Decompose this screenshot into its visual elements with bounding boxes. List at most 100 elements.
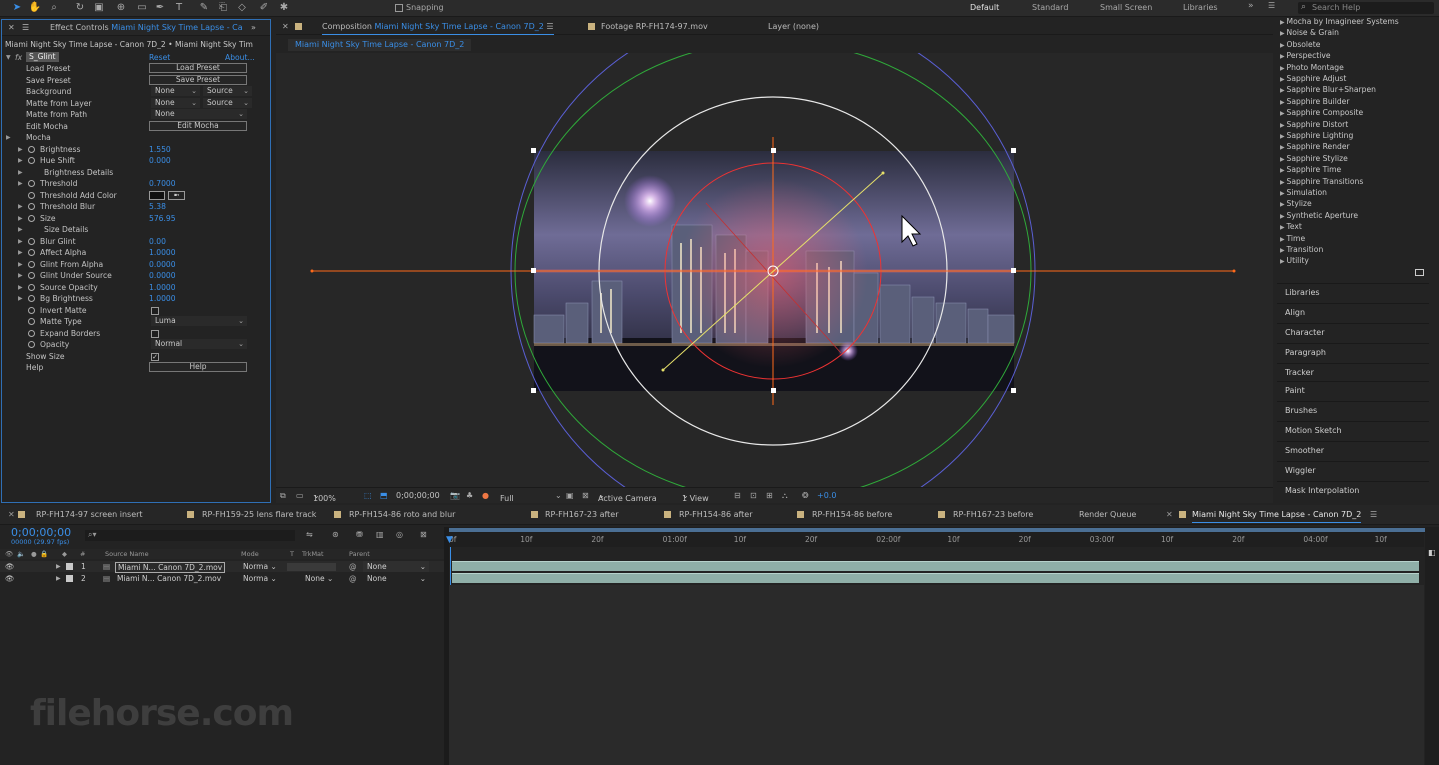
reset-exposure-icon[interactable]: ❂ <box>802 491 809 500</box>
help-button[interactable]: Help <box>149 362 247 372</box>
playhead-icon[interactable]: ▼ <box>446 535 453 545</box>
stopwatch-icon[interactable] <box>28 157 35 164</box>
stopwatch-icon[interactable] <box>28 203 35 210</box>
time-ruler[interactable]: 0f 10f 20f 01:00f 10f 20f 02:00f 10f 20f 03:00f 10… <box>449 533 1424 547</box>
matte-from-layer-dropdown[interactable]: None ⌄ <box>151 98 200 108</box>
brightness-value[interactable]: 1.550 <box>149 144 171 155</box>
pan-behind-tool-icon[interactable]: ⊕ <box>114 2 128 14</box>
panel-link-brushes[interactable]: Brushes <box>1277 401 1429 420</box>
effect-category-item[interactable]: ▶ Photo Montage <box>1280 63 1344 72</box>
region-of-interest-icon[interactable]: ⬚ <box>364 491 372 500</box>
close-panel-icon[interactable]: ✕ <box>282 22 289 31</box>
viewer-canvas[interactable] <box>276 53 1273 487</box>
panel-link-wiggler[interactable]: Wiggler <box>1277 461 1429 480</box>
matte-from-layer-source-dropdown[interactable]: Source ⌄ <box>203 98 252 108</box>
effect-category-item[interactable]: ▶ Stylize <box>1280 199 1312 208</box>
layer-mode-dropdown[interactable]: Norma ⌄ <box>243 573 277 584</box>
workspace-standard[interactable]: Standard <box>1032 3 1068 12</box>
camera-tool-icon[interactable]: ▣ <box>92 2 106 14</box>
mocha-group[interactable]: Mocha <box>26 132 51 143</box>
close-panel-icon[interactable]: ✕ <box>8 23 15 32</box>
pixel-aspect-icon[interactable]: ⊟ <box>734 491 741 500</box>
shy-layers-icon[interactable]: ⛃ <box>356 530 363 539</box>
timeline-tab[interactable]: RP-FH174-97 screen insert <box>36 510 143 519</box>
snapshot-camera-icon[interactable]: 📷 <box>450 491 460 500</box>
stopwatch-icon[interactable] <box>28 272 35 279</box>
toggle-transparency-icon[interactable]: ⊠ <box>582 491 589 500</box>
puppet-tool-icon[interactable]: ✱ <box>277 2 291 14</box>
panel-menu-icon[interactable]: ☰ <box>22 23 29 32</box>
timeline-tab[interactable]: RP-FH154-86 before <box>812 510 892 519</box>
comp-navigator-subtab[interactable]: Miami Night Sky Time Lapse - Canon 7D_2 <box>288 39 472 51</box>
effect-category-item[interactable]: ▶ Text <box>1280 222 1302 231</box>
threshold-blur-value[interactable]: 5.38 <box>149 201 166 212</box>
stopwatch-icon[interactable] <box>28 295 35 302</box>
always-preview-icon[interactable]: ⧉ <box>280 491 286 501</box>
label-color-swatch[interactable] <box>66 575 73 582</box>
edit-mocha-button[interactable]: Edit Mocha <box>149 121 247 131</box>
save-preset-button[interactable]: Save Preset <box>149 75 247 85</box>
brush-tool-icon[interactable]: ✎ <box>197 2 211 14</box>
stopwatch-icon[interactable] <box>28 307 35 314</box>
trkmat-dropdown[interactable] <box>287 563 336 571</box>
stopwatch-icon[interactable] <box>28 146 35 153</box>
about-link[interactable]: About... <box>225 52 255 63</box>
timeline-tab-active[interactable]: Miami Night Sky Time Lapse - Canon 7D_2 <box>1192 510 1362 523</box>
workspace-libraries[interactable]: Libraries <box>1183 3 1218 12</box>
clone-stamp-tool-icon[interactable]: ⎗ <box>216 2 230 14</box>
workspace-menu-icon[interactable]: ☰ <box>1268 1 1275 10</box>
stopwatch-icon[interactable] <box>28 330 35 337</box>
eraser-tool-icon[interactable]: ◇ <box>235 2 249 14</box>
panel-link-character[interactable]: Character <box>1277 323 1429 342</box>
rotate-tool-icon[interactable]: ↻ <box>73 2 87 14</box>
effect-controls-tab[interactable]: Effect Controls Miami Night Sky Time Lap… <box>50 23 243 32</box>
panel-link-paragraph[interactable]: Paragraph <box>1277 343 1429 362</box>
timeline-tab[interactable]: RP-FH159-25 lens flare track <box>202 510 316 519</box>
layer-tab[interactable]: Layer (none) <box>768 22 819 31</box>
comp-marker-bin-icon[interactable]: ◧ <box>1428 548 1436 557</box>
effect-category-item[interactable]: ▶ Time <box>1280 234 1305 243</box>
blur-glint-value[interactable]: 0.00 <box>149 236 166 247</box>
effect-category-item[interactable]: ▶ Sapphire Composite <box>1280 108 1363 117</box>
panel-link-align[interactable]: Align <box>1277 303 1429 322</box>
stopwatch-icon[interactable] <box>28 318 35 325</box>
stopwatch-icon[interactable] <box>28 215 35 222</box>
visibility-eye-icon[interactable]: 👁 <box>5 561 15 572</box>
bg-brightness-value[interactable]: 1.0000 <box>149 293 176 304</box>
background-dropdown[interactable]: None ⌄ <box>151 86 200 96</box>
effect-category-item[interactable]: ▶ Sapphire Stylize <box>1280 154 1348 163</box>
brightness-details-group[interactable]: Brightness Details <box>44 167 113 178</box>
matte-from-path-dropdown[interactable]: None ⌄ <box>151 109 247 119</box>
effect-category-item[interactable]: ▶ Mocha by Imagineer Systems <box>1280 17 1399 26</box>
timeline-tab[interactable]: RP-FH154-86 roto and blur <box>349 510 455 519</box>
effect-category-item[interactable]: ▶ Utility <box>1280 256 1309 265</box>
roto-brush-tool-icon[interactable]: ✐ <box>257 2 271 14</box>
layer-name[interactable]: Miami N... Canon 7D_2.mov <box>115 562 226 573</box>
panel-link-mask-interpolation[interactable]: Mask Interpolation <box>1277 481 1429 500</box>
search-help-input[interactable]: Search Help <box>1298 2 1434 14</box>
hand-tool-icon[interactable]: ✋ <box>28 2 42 14</box>
effect-category-item[interactable]: ▶ Simulation <box>1280 188 1327 197</box>
color-channels-icon[interactable]: ● <box>482 491 489 500</box>
threshold-color-swatch[interactable] <box>149 191 165 200</box>
current-time-display[interactable]: 0;00;00;00 <box>396 491 440 500</box>
frame-blending-icon[interactable]: ▥ <box>376 530 384 539</box>
timeline-search-input[interactable]: ⌕▾ <box>85 530 295 541</box>
selection-tool-icon[interactable]: ➤ <box>10 2 24 14</box>
workspace-default[interactable]: Default <box>970 3 999 12</box>
opacity-dropdown[interactable]: Normal ⌄ <box>151 339 247 349</box>
pickwhip-icon[interactable]: @ <box>349 573 357 584</box>
size-value[interactable]: 576.95 <box>149 213 176 224</box>
panel-link-smoother[interactable]: Smoother <box>1277 441 1429 460</box>
trkmat-dropdown[interactable]: None ⌄ <box>305 573 333 584</box>
timeline-tab[interactable]: RP-FH167-23 after <box>545 510 619 519</box>
workspace-overflow-icon[interactable]: » <box>1248 1 1254 11</box>
expand-layer-icon[interactable]: ▶ <box>56 561 61 572</box>
composition-tab[interactable]: Composition Miami Night Sky Time Lapse -… <box>322 22 554 35</box>
load-preset-button[interactable]: Load Preset <box>149 63 247 73</box>
motion-blur-icon[interactable]: ◎ <box>396 530 403 539</box>
effect-category-item[interactable]: ▶ Sapphire Render <box>1280 142 1350 151</box>
source-name-header[interactable]: Source Name <box>105 549 149 559</box>
timeline-tab[interactable]: RP-FH167-23 before <box>953 510 1033 519</box>
stopwatch-icon[interactable] <box>28 261 35 268</box>
